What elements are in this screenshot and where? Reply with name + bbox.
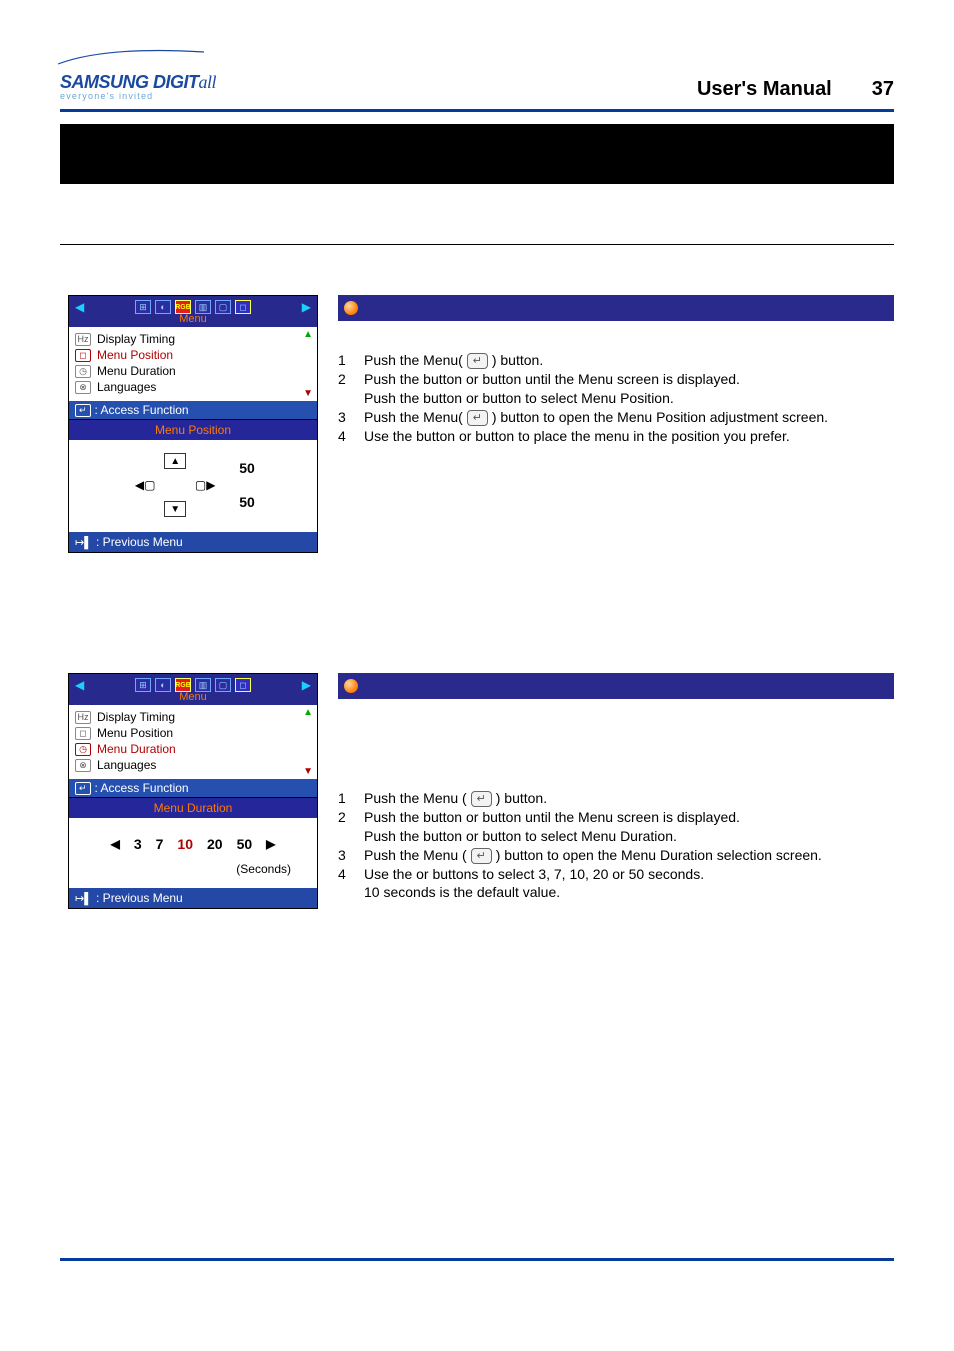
osd-left-icon: ◀ (75, 678, 84, 692)
page-number: 37 (872, 78, 894, 101)
hz-icon: Hz (75, 711, 91, 724)
hz-icon: Hz (75, 333, 91, 346)
enter-icon: ↵ (471, 791, 492, 807)
pos-value-h: 50 (239, 460, 255, 476)
chapter-bar (60, 124, 894, 184)
osd-icon-screen: ▢ (215, 300, 231, 314)
footer-rule (60, 1258, 894, 1261)
section-title-menu-duration (338, 673, 894, 699)
enter-icon: ↵ (75, 782, 91, 795)
osd-scroll-down-icon: ▼ (303, 766, 313, 777)
osd-icon-rgb: RGB (175, 300, 191, 314)
osd-icon-bars: ▥ (195, 300, 211, 314)
dur-left-icon: ◀ (111, 837, 120, 851)
dur-opt-50: 50 (237, 836, 253, 852)
dur-right-icon: ▶ (266, 837, 275, 851)
osd-sub-title-duration: Menu Duration (69, 798, 317, 818)
osd-access-label: : Access Function (95, 781, 189, 795)
header-rule (60, 109, 894, 112)
dur-opt-3: 3 (134, 836, 142, 852)
languages-icon: ⊗ (75, 381, 91, 394)
osd-item-menu-position: Menu Position (97, 726, 173, 740)
osd-icon-brightness: ◐ (155, 300, 171, 314)
osd-icon-position: ⊞ (135, 300, 151, 314)
pos-value-v: 50 (239, 494, 255, 510)
dur-opt-10: 10 (177, 836, 193, 852)
osd-sub-menu-duration: Menu Duration ◀ 3 7 10 20 50 ▶ (Seconds)… (68, 798, 318, 909)
osd-right-icon: ▶ (302, 300, 311, 314)
osd-left-icon: ◀ (75, 300, 84, 314)
osd-panel-menu-position: ◀ ⊞ ◐ RGB ▥ ▢ ◻ ▶ Menu ▲ (68, 295, 318, 420)
osd-icon-position: ⊞ (135, 678, 151, 692)
osd-scroll-down-icon: ▼ (303, 388, 313, 399)
osd-scroll-up-icon: ▲ (303, 329, 313, 340)
clock-icon: ◷ (75, 743, 91, 756)
bullet-icon (344, 301, 358, 315)
osd-item-display-timing: Display Timing (97, 710, 175, 724)
osd-right-icon: ▶ (302, 678, 311, 692)
page-title: User's Manual (697, 78, 832, 101)
enter-icon: ↵ (467, 353, 488, 369)
dur-opt-7: 7 (156, 836, 164, 852)
prev-menu-icon: ↦▌ (75, 892, 92, 905)
osd-menu-label: Menu (75, 691, 311, 703)
instructions-menu-position: 1Push the Menu( ↵ ) button. 2Push the bu… (338, 351, 894, 445)
bullet-icon (344, 679, 358, 693)
dur-opt-20: 20 (207, 836, 223, 852)
clock-icon: ◷ (75, 365, 91, 378)
sub-rule (60, 244, 894, 245)
osd-prev-label: : Previous Menu (96, 891, 183, 905)
pos-down-icon: ▼ (164, 501, 186, 517)
enter-icon: ↵ (75, 404, 91, 417)
languages-icon: ⊗ (75, 759, 91, 772)
osd-item-languages: Languages (97, 380, 156, 394)
osd-panel-menu-duration: ◀ ⊞ ◐ RGB ▥ ▢ ◻ ▶ Menu ▲ (68, 673, 318, 798)
osd-menu-label: Menu (75, 313, 311, 325)
enter-icon: ↵ (471, 848, 492, 864)
osd-sub-title-position: Menu Position (69, 420, 317, 440)
osd-icon-menu: ◻ (235, 300, 251, 314)
instructions-menu-duration: 1Push the Menu ( ↵ ) button. 2Push the b… (338, 789, 894, 902)
position-icon: ◻ (75, 349, 91, 362)
pos-up-icon: ▲ (164, 453, 186, 469)
osd-icon-menu: ◻ (235, 678, 251, 692)
osd-item-display-timing: Display Timing (97, 332, 175, 346)
osd-access-label: : Access Function (95, 403, 189, 417)
osd-item-menu-duration: Menu Duration (97, 364, 176, 378)
osd-icon-bars: ▥ (195, 678, 211, 692)
prev-menu-icon: ↦▌ (75, 536, 92, 549)
osd-scroll-up-icon: ▲ (303, 707, 313, 718)
pos-left-icon: ◀▢ (135, 478, 156, 492)
section-title-menu-position (338, 295, 894, 321)
osd-icon-screen: ▢ (215, 678, 231, 692)
position-icon: ◻ (75, 727, 91, 740)
osd-icon-rgb: RGB (175, 678, 191, 692)
osd-icon-brightness: ◐ (155, 678, 171, 692)
enter-icon: ↵ (467, 410, 488, 426)
logo-text: SAMSUNG DIGITall (60, 72, 216, 93)
brand-logo: SAMSUNG DIGITall everyone's invited (60, 50, 216, 101)
osd-prev-label: : Previous Menu (96, 535, 183, 549)
osd-sub-menu-position: Menu Position ▲ ◀▢ ▢▶ ▼ 50 50 ↦▌ : Previou… (68, 420, 318, 553)
osd-item-menu-duration: Menu Duration (97, 742, 176, 756)
pos-right-icon: ▢▶ (195, 478, 216, 492)
osd-item-menu-position: Menu Position (97, 348, 173, 362)
osd-item-languages: Languages (97, 758, 156, 772)
dur-seconds-label: (Seconds) (79, 852, 307, 880)
